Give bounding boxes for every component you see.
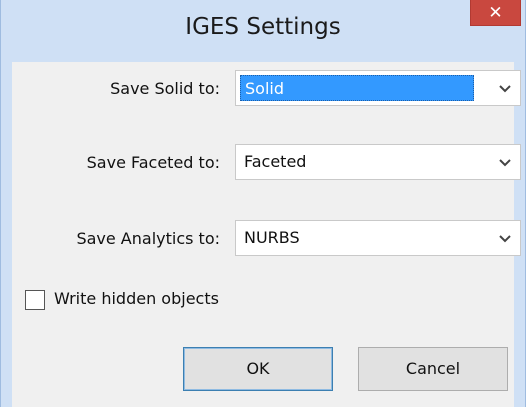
close-button[interactable]: ✕ — [470, 0, 521, 26]
save-solid-value: Solid — [240, 75, 474, 101]
iges-settings-dialog: IGES Settings ✕ Save Solid to: Solid Sav… — [0, 0, 526, 407]
title-bar[interactable]: IGES Settings ✕ — [1, 0, 525, 62]
chevron-down-icon — [499, 159, 511, 167]
cancel-button[interactable]: Cancel — [358, 347, 508, 391]
save-analytics-dropdown[interactable]: NURBS — [235, 220, 521, 256]
dialog-title: IGES Settings — [185, 14, 341, 40]
save-analytics-label: Save Analytics to: — [76, 229, 220, 248]
save-solid-dropdown[interactable]: Solid — [235, 70, 521, 106]
save-faceted-label: Save Faceted to: — [86, 153, 220, 172]
write-hidden-objects-label[interactable]: Write hidden objects — [54, 289, 219, 308]
chevron-down-icon — [499, 235, 511, 243]
save-faceted-dropdown[interactable]: Faceted — [235, 144, 521, 180]
save-analytics-value: NURBS — [244, 228, 300, 247]
save-faceted-value: Faceted — [244, 152, 307, 171]
chevron-down-icon — [499, 85, 511, 93]
ok-button[interactable]: OK — [183, 347, 333, 391]
dialog-body: Save Solid to: Solid Save Faceted to: Fa… — [12, 62, 521, 407]
save-solid-label: Save Solid to: — [110, 79, 220, 98]
write-hidden-objects-checkbox[interactable] — [25, 290, 45, 310]
close-icon: ✕ — [488, 3, 503, 23]
